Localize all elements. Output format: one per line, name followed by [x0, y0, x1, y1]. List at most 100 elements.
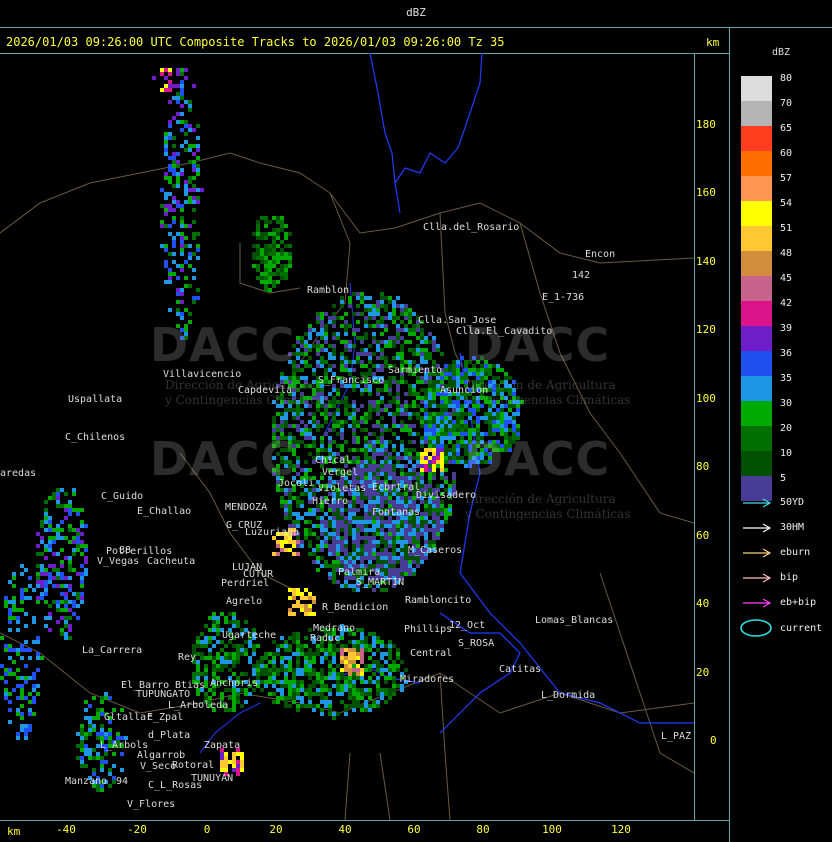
track-arrow-icon	[743, 548, 772, 558]
x-tick-label: 0	[203, 823, 211, 836]
place-label: V_Vegas	[97, 556, 140, 567]
watermark-brand: DACC	[150, 318, 296, 372]
legend-swatch	[741, 401, 772, 426]
track-legend-label: bip	[780, 572, 799, 583]
x-tick-label: 120	[611, 823, 631, 836]
watermark-subtitle: y Contingencias Climáticas	[465, 507, 631, 521]
legend-swatch	[741, 426, 772, 451]
place-label: Clla.El_Cavadito	[456, 326, 553, 337]
y-tick-label: 100	[696, 392, 716, 405]
place-label: M_Caseros	[408, 545, 463, 556]
legend-swatch-label: 39	[780, 323, 793, 334]
track-arrow-icon	[743, 573, 772, 583]
km-axis-label-bottom: km	[7, 825, 21, 838]
legend-swatch	[741, 326, 772, 351]
legend-swatch-label: 80	[780, 73, 793, 84]
x-tick-label: 80	[476, 823, 490, 836]
map-right-line	[694, 53, 695, 820]
place-label: Ecbrtral	[372, 482, 421, 493]
place-label: E_Challao	[137, 506, 192, 517]
track-arrow-icon	[743, 523, 772, 533]
window-title: dBZ	[406, 6, 426, 19]
place-label: Fontanas	[372, 507, 421, 518]
x-tick-label: 20	[269, 823, 283, 836]
legend-left-line	[729, 27, 730, 842]
place-label: L_PAZ	[661, 731, 692, 742]
legend-swatch-label: 51	[780, 223, 793, 234]
x-tick-label: -20	[127, 823, 147, 836]
y-tick-label: 140	[696, 255, 716, 268]
x-tick-label: -40	[56, 823, 76, 836]
place-label: L_Dormida	[541, 690, 596, 701]
place-label: Jocoli	[278, 478, 315, 489]
place-label: S_MARTIN	[356, 577, 405, 588]
legend-swatch-label: 36	[780, 348, 793, 359]
place-label: Violetas	[318, 483, 367, 494]
place-label: MENDOZA	[225, 502, 268, 513]
place-label: Villavicencio	[163, 369, 242, 380]
y-tick-label: 160	[696, 186, 716, 199]
place-label: 94	[116, 776, 129, 787]
place-label: Manzano	[65, 776, 108, 787]
watermark-brand: DACC	[465, 432, 611, 486]
place-label: C_Guido	[101, 491, 144, 502]
legend-swatch	[741, 126, 772, 151]
place-label: Raduc	[310, 633, 341, 644]
map-bottom-line	[0, 820, 729, 821]
legend-swatch	[741, 251, 772, 276]
place-label: Capdevila	[238, 385, 293, 396]
legend-swatch	[741, 76, 772, 101]
place-label: Vergel	[322, 467, 359, 478]
place-label: TUPUNGATO	[136, 689, 191, 700]
place-label: Rotoral	[172, 760, 215, 771]
legend-swatch	[741, 451, 772, 476]
x-tick-label: 40	[338, 823, 352, 836]
watermark-brand: DACC	[150, 432, 296, 486]
watermark-subtitle: Dirección de Agricultura	[465, 492, 616, 506]
place-label: Rey	[178, 652, 197, 663]
place-label: Central	[410, 648, 453, 659]
status-line: 2026/01/03 09:26:00 UTC Composite Tracks…	[6, 35, 505, 49]
place-label: Divisadero	[416, 490, 477, 501]
place-label: 142	[572, 270, 591, 281]
place-label: S_ROSA	[458, 638, 495, 649]
place-label: Cacheuta	[147, 556, 196, 567]
legend-swatch	[741, 176, 772, 201]
legend-swatch	[741, 376, 772, 401]
place-label: Uspallata	[68, 394, 123, 405]
place-label: L_Arboleda	[168, 700, 229, 711]
place-label: V_Seco	[140, 761, 177, 772]
legend-swatch-label: 5	[780, 473, 787, 484]
legend-swatch-label: 65	[780, 123, 793, 134]
legend-swatch	[741, 351, 772, 376]
place-label: Agrelo	[226, 596, 263, 607]
place-label: E_1-736	[542, 292, 585, 303]
legend-swatch-label: 57	[780, 173, 793, 184]
track-arrow-icon	[743, 498, 772, 508]
place-label: Clla.del_Rosario	[423, 222, 520, 233]
place-label: Catitas	[499, 664, 542, 675]
km-axis-label: km	[706, 36, 720, 49]
track-legend-label: eburn	[780, 547, 811, 558]
legend-swatch-label: 45	[780, 273, 793, 284]
place-label: Ugarteche	[222, 630, 277, 641]
place-label: 88	[119, 545, 132, 556]
place-label: Chical	[315, 455, 352, 466]
place-label: Rambloncito	[405, 595, 472, 606]
place-label: Encon	[585, 249, 616, 260]
legend-swatch	[741, 101, 772, 126]
place-label: Lomas_Blancas	[535, 615, 614, 626]
top-frame-line	[0, 27, 832, 28]
current-ellipse-icon	[740, 619, 772, 637]
legend-title: dBZ	[772, 47, 791, 58]
legend-swatch-label: 20	[780, 423, 793, 434]
y-tick-label: 40	[696, 597, 710, 610]
track-arrow-icon	[743, 598, 772, 608]
place-label: E_Zpal	[147, 712, 184, 723]
x-tick-label: 60	[407, 823, 421, 836]
legend-swatch	[741, 276, 772, 301]
place-label: Ramblon	[307, 285, 350, 296]
place-label: C_L_Rosas	[148, 780, 203, 791]
legend-swatch-label: 54	[780, 198, 793, 209]
legend-swatch-label: 42	[780, 298, 793, 309]
